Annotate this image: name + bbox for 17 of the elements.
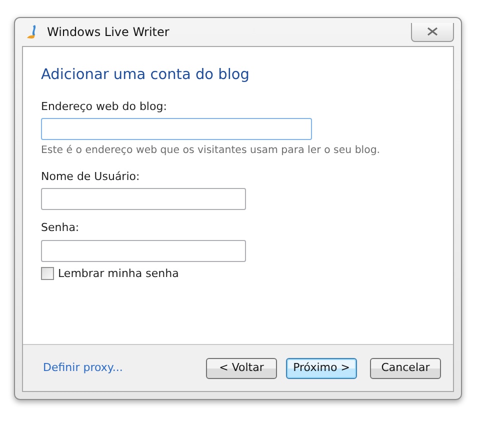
dialog-button[interactable]: < Voltar xyxy=(206,358,277,378)
hint-text: Este é o endereço web que os visitantes usam para ler o seu blog. xyxy=(41,144,382,158)
checkbox-label: Lembrar minha senha xyxy=(58,266,179,282)
input-field[interactable] xyxy=(41,118,312,140)
close-icon xyxy=(427,27,438,36)
input-field[interactable] xyxy=(41,240,246,262)
field-label: Endereço web do blog: xyxy=(41,98,167,115)
field-label: Nome de Usuário: xyxy=(41,168,140,185)
checkbox[interactable] xyxy=(41,267,54,280)
window-title: Windows Live Writer xyxy=(47,24,170,41)
dialog-heading: Adicionar uma conta do blog xyxy=(41,66,250,85)
field-label: Senha: xyxy=(41,220,80,236)
proxy-link[interactable]: Definir proxy... xyxy=(43,360,123,376)
dialog-button[interactable]: Próximo > xyxy=(286,358,357,378)
close-button[interactable] xyxy=(411,22,454,42)
input-field[interactable] xyxy=(41,188,246,210)
dialog-button[interactable]: Cancelar xyxy=(370,358,441,378)
